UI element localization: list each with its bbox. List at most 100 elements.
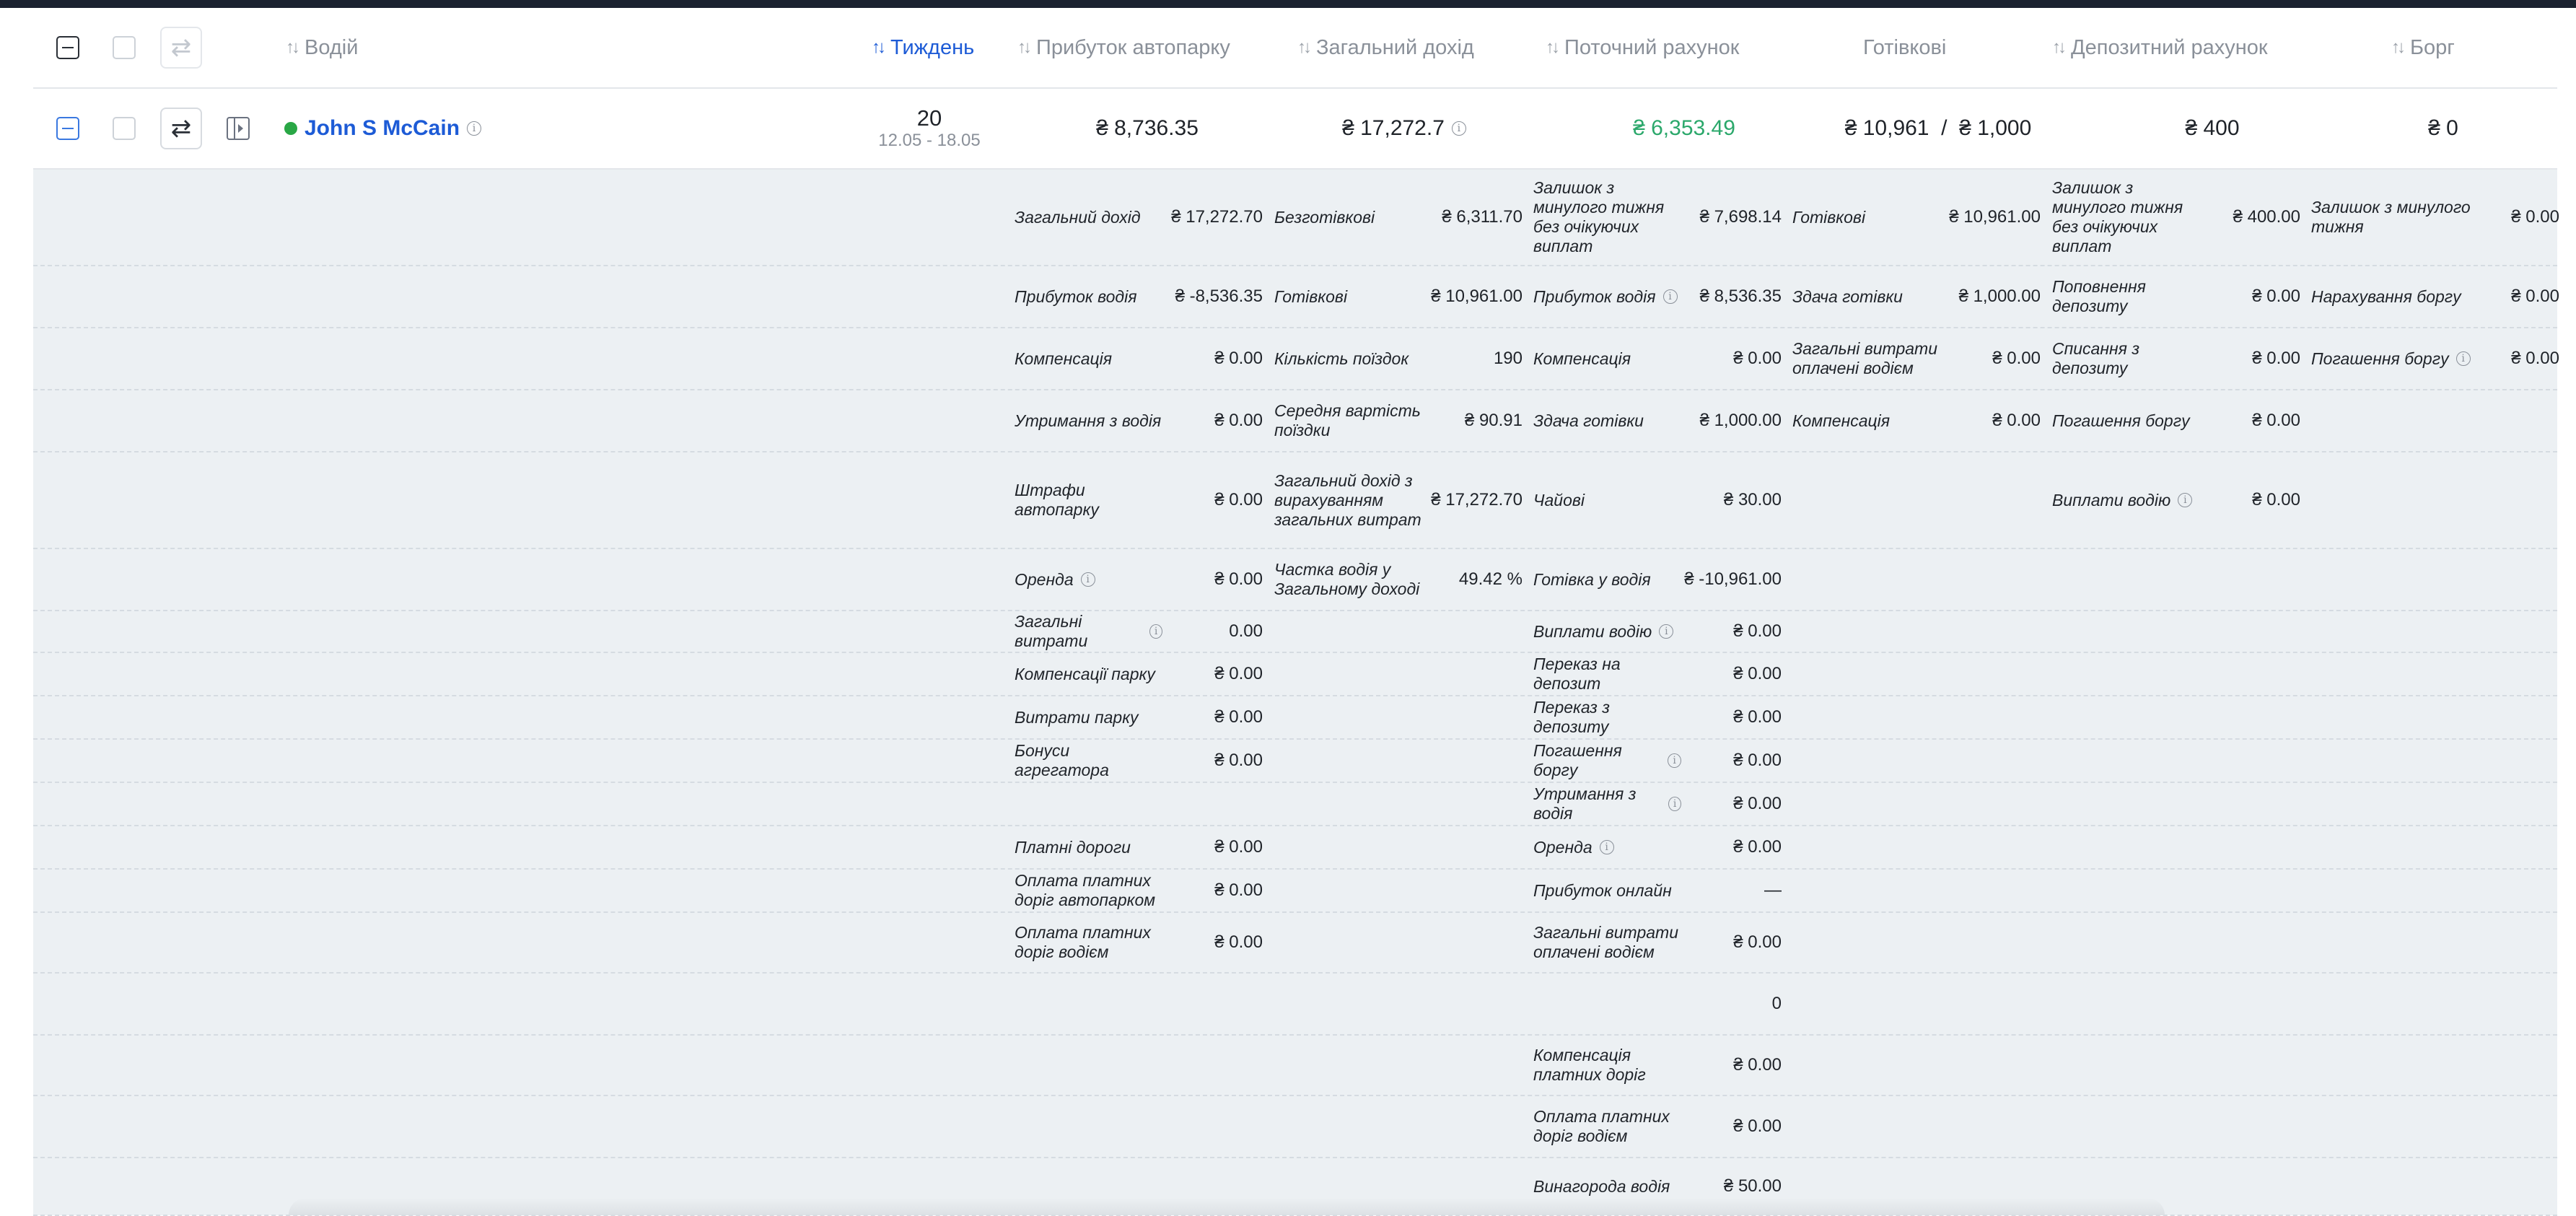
detail-item: Оплата платних доріг водієм ₴ 0.00 xyxy=(1015,913,1263,972)
sort-icon: ↑↓ xyxy=(872,38,886,57)
info-icon[interactable]: i xyxy=(1662,289,1678,304)
table-row[interactable]: ⇄ John S McCain i 20 12.05 - 18.05 ₴ 8,7… xyxy=(33,89,2557,170)
detail-label: Загальні витрати оплачені водієм xyxy=(1533,923,1681,962)
detail-value: ₴ -8,536.35 xyxy=(1175,286,1263,306)
detail-label: Залишок з минулого тижня xyxy=(2311,198,2492,237)
week-cell: 20 12.05 - 18.05 xyxy=(857,89,1002,168)
detail-label-text: Загальні витрати оплачені водієм xyxy=(1792,339,1937,377)
detail-label-text: Компенсації парку xyxy=(1015,664,1155,683)
detail-value: ₴ -10,961.00 xyxy=(1684,569,1782,589)
column-total-income[interactable]: ↑↓ Загальний дохід xyxy=(1297,8,1474,87)
detail-value: ₴ 7,698.14 xyxy=(1699,207,1782,227)
detail-label: Виплати водію i xyxy=(1533,622,1674,642)
detail-item: Прибуток онлайн — xyxy=(1533,870,1782,911)
detail-label: Платні дороги xyxy=(1015,838,1131,857)
detail-label: Прибуток водія i xyxy=(1533,287,1678,307)
info-icon[interactable]: i xyxy=(1659,624,1674,639)
detail-item: Середня вартість поїздки ₴ 90.91 xyxy=(1274,390,1523,451)
detail-item: Оплата платних доріг автопарком ₴ 0.00 xyxy=(1015,870,1263,911)
detail-label: Кількість поїздок xyxy=(1274,349,1409,369)
info-icon[interactable]: i xyxy=(467,121,482,136)
week-range: 12.05 - 18.05 xyxy=(878,131,981,150)
detail-item: Утримання з водія ₴ 0.00 xyxy=(1015,390,1263,451)
detail-value: ₴ 10,961.00 xyxy=(1431,286,1523,306)
detail-item: Залишок з минулого тижня без очікуючих в… xyxy=(2052,170,2300,265)
detail-label-text: Середня вартість поїздки xyxy=(1274,401,1421,439)
column-debt[interactable]: ↑↓ Борг xyxy=(2391,8,2455,87)
detail-label: Готівкові xyxy=(1274,287,1347,307)
detail-item: Списання з депозиту ₴ 0.00 xyxy=(2052,328,2300,389)
detail-value: ₴ 0.00 xyxy=(1733,932,1782,952)
detail-label-text: Прибуток водія xyxy=(1533,286,1656,306)
detail-label-text: Залишок з минулого тижня без очікуючих в… xyxy=(1533,178,1665,255)
detail-label: Нарахування боргу xyxy=(2311,287,2461,307)
drivers-table: ⇄ ↑↓ Водій ↑↓ Тиждень ↑↓ Прибуток автопарку… xyxy=(33,8,2559,1216)
column-cash[interactable]: Готівкові xyxy=(1863,8,1946,87)
detail-value: ₴ 0.00 xyxy=(1733,794,1782,813)
details-row xyxy=(33,913,2557,974)
header-checkbox[interactable] xyxy=(113,36,136,59)
column-deposit-account[interactable]: ↑↓ Депозитний рахунок xyxy=(2052,8,2268,87)
info-icon[interactable]: i xyxy=(1451,121,1466,136)
deposit-account-cell: ₴ 400 xyxy=(2185,116,2240,140)
row-expand-checkbox[interactable] xyxy=(56,117,79,140)
info-icon[interactable]: i xyxy=(1668,797,1681,811)
info-icon[interactable]: i xyxy=(1149,624,1162,639)
sort-icon: ↑↓ xyxy=(1546,38,1560,57)
info-icon[interactable]: i xyxy=(1080,572,1095,587)
info-icon[interactable]: i xyxy=(1599,840,1614,854)
detail-item: Виплати водію i ₴ 0.00 xyxy=(1533,611,1782,652)
fleet-profit-cell: ₴ 8,736.35 xyxy=(1096,116,1199,140)
detail-label: Загальні витрати i xyxy=(1015,612,1162,651)
detail-label-text: Поповнення депозиту xyxy=(2052,277,2146,315)
info-icon[interactable]: i xyxy=(1668,753,1681,768)
scroll-shadow xyxy=(289,1198,2165,1215)
detail-label-text: Загальні витрати xyxy=(1015,612,1088,650)
detail-value: ₴ 0.00 xyxy=(1733,621,1782,641)
info-icon[interactable]: i xyxy=(2178,493,2193,507)
detail-label: Компенсація платних доріг xyxy=(1533,1046,1681,1085)
detail-label: Штрафи автопарку xyxy=(1015,481,1162,520)
details-row xyxy=(33,974,2557,1036)
detail-label: Готівкові xyxy=(1792,208,1865,227)
detail-item: Бонуси агрегатора ₴ 0.00 xyxy=(1015,740,1263,782)
detail-label-text: Залишок з минулого тижня xyxy=(2311,198,2471,236)
detail-item: Погашення боргу i ₴ 0.00 xyxy=(2311,328,2559,389)
details-row xyxy=(33,1096,2557,1158)
detail-label: Поповнення депозиту xyxy=(2052,277,2200,316)
column-fleet-profit[interactable]: ↑↓ Прибуток автопарку xyxy=(1017,8,1230,87)
row-select-checkbox[interactable] xyxy=(113,117,136,140)
detail-label: Загальний дохід з вирахуванням загальних… xyxy=(1274,471,1422,530)
detail-value: ₴ 30.00 xyxy=(1723,490,1782,509)
detail-value: ₴ 0.00 xyxy=(1214,932,1263,952)
detail-value: — xyxy=(1764,880,1782,900)
panel-toggle-icon[interactable] xyxy=(227,117,250,140)
detail-item: Загальний дохід з вирахуванням загальних… xyxy=(1274,452,1523,548)
detail-item: Готівкові ₴ 10,961.00 xyxy=(1274,266,1523,327)
detail-item: Готівкові ₴ 10,961.00 xyxy=(1792,170,2041,265)
column-current-account[interactable]: ↑↓ Поточний рахунок xyxy=(1546,8,1739,87)
info-icon[interactable]: i xyxy=(2455,351,2471,366)
driver-name-link[interactable]: John S McCain xyxy=(305,116,460,141)
detail-label: Здача готівки xyxy=(1792,287,1903,307)
row-details: Загальний дохід ₴ 17,272.70 Прибуток водія… xyxy=(33,170,2559,1216)
column-week-label: Тиждень xyxy=(890,35,975,59)
detail-value: ₴ 0.00 xyxy=(2252,349,2300,368)
swap-icon[interactable]: ⇄ xyxy=(160,27,202,69)
detail-value: ₴ 50.00 xyxy=(1723,1176,1782,1196)
detail-item: Погашення боргу ₴ 0.00 xyxy=(2052,390,2300,451)
column-cash-label: Готівкові xyxy=(1863,35,1947,59)
detail-label: Оплата платних доріг автопарком xyxy=(1015,871,1162,910)
select-all-checkbox[interactable] xyxy=(56,36,79,59)
sort-icon: ↑↓ xyxy=(1297,38,1312,57)
detail-label-text: Нарахування боргу xyxy=(2311,286,2461,306)
detail-value: 0 xyxy=(1771,994,1782,1013)
sort-icon: ↑↓ xyxy=(2052,38,2067,57)
column-driver[interactable]: ↑↓ Водій xyxy=(286,8,358,87)
detail-label: Утримання з водія xyxy=(1015,411,1161,431)
detail-item: Компенсація платних доріг ₴ 0.00 xyxy=(1533,1036,1782,1095)
column-week[interactable]: ↑↓ Тиждень xyxy=(872,8,974,87)
detail-value: ₴ 0.00 xyxy=(2252,411,2300,430)
swap-icon[interactable]: ⇄ xyxy=(160,108,202,149)
detail-label-text: Витрати парку xyxy=(1015,707,1139,727)
